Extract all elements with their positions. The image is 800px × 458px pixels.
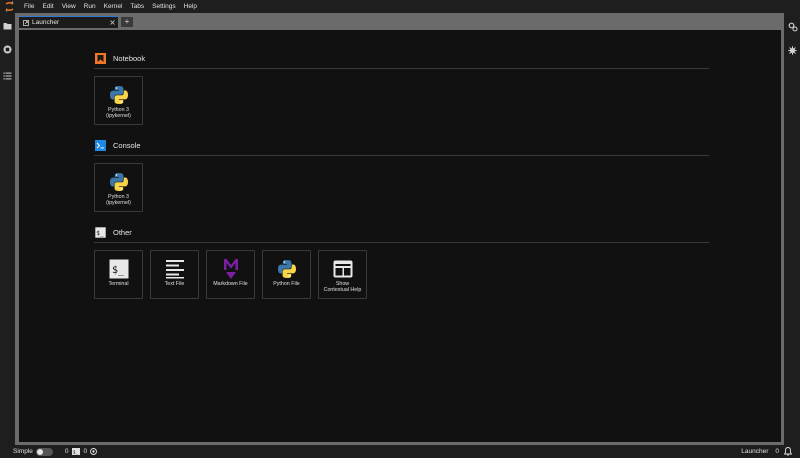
launcher-tab-icon	[23, 19, 29, 26]
toc-icon[interactable]	[2, 70, 13, 81]
python-logo-icon	[263, 259, 310, 279]
notebook-python3-card[interactable]: Python 3 (ipykernel)	[94, 76, 143, 125]
card-label-main: Python File	[273, 281, 300, 287]
main-dock-panel: Launcher + Notebook Python 3 (ipykernel)…	[15, 13, 784, 445]
section-divider	[94, 155, 709, 156]
jupyter-logo-icon	[2, 0, 16, 13]
card-label-main: Text File	[164, 281, 185, 287]
debugger-icon[interactable]	[787, 45, 798, 56]
card-label: Python File	[264, 281, 309, 287]
card-label: Markdown File	[208, 281, 253, 287]
kernels-count[interactable]: 0	[65, 448, 69, 455]
terminal-card[interactable]: $_ Terminal	[94, 250, 143, 299]
menu-settings[interactable]: Settings	[148, 0, 180, 13]
card-label: Show Contextual Help	[320, 281, 365, 293]
terminal-status-icon: $_	[71, 448, 80, 455]
notifications-count[interactable]: 0	[775, 448, 779, 455]
text-file-icon	[151, 259, 198, 279]
menu-file[interactable]: File	[20, 0, 38, 13]
section-title: Other	[113, 227, 132, 237]
console-python3-card[interactable]: Python 3 (ipykernel)	[94, 163, 143, 212]
menu-view[interactable]: View	[58, 0, 80, 13]
python-logo-icon	[95, 85, 142, 105]
menu-edit[interactable]: Edit	[38, 0, 57, 13]
text-file-card[interactable]: Text File	[150, 250, 199, 299]
markdown-file-card[interactable]: Markdown File	[206, 250, 255, 299]
notebook-icon	[94, 52, 106, 64]
status-bar: Simple 0 $_ 0 Launcher 0	[0, 445, 800, 458]
section-title: Notebook	[113, 53, 146, 63]
python-logo-icon	[95, 172, 142, 192]
section-other-header: $_ Other	[94, 226, 132, 238]
card-label: Terminal	[96, 281, 141, 287]
close-icon[interactable]	[109, 20, 115, 26]
contextual-help-icon	[319, 259, 366, 279]
menu-tabs[interactable]: Tabs	[126, 0, 148, 13]
new-launcher-button[interactable]: +	[121, 17, 133, 27]
simple-mode-toggle[interactable]	[35, 447, 53, 456]
card-label: Python 3 (ipykernel)	[96, 107, 141, 119]
folder-icon[interactable]	[2, 20, 13, 31]
launcher-panel: Notebook Python 3 (ipykernel) Console Py…	[19, 30, 781, 442]
section-title: Console	[113, 140, 141, 150]
other-terminal-icon: $_	[94, 226, 106, 238]
python-file-card[interactable]: Python File	[262, 250, 311, 299]
menu-run[interactable]: Run	[80, 0, 100, 13]
running-icon[interactable]	[2, 44, 13, 55]
bell-icon[interactable]	[784, 447, 792, 456]
property-inspector-icon[interactable]	[787, 21, 798, 32]
tab-bar: Launcher +	[15, 16, 784, 28]
card-label-main: Terminal	[108, 281, 129, 287]
section-console-header: Console	[94, 139, 141, 151]
svg-text:$_: $_	[72, 450, 78, 455]
card-label: Text File	[152, 281, 197, 287]
card-label-sub: (ipykernel)	[106, 200, 131, 206]
svg-text:$_: $_	[112, 265, 125, 276]
menu-kernel[interactable]: Kernel	[100, 0, 127, 13]
menu-bar: File Edit View Run Kernel Tabs Settings …	[0, 0, 800, 13]
tab-label: Launcher	[32, 19, 60, 26]
terminals-count[interactable]: 0	[84, 448, 88, 455]
card-label-sub: (ipykernel)	[106, 113, 131, 119]
left-sidebar	[0, 13, 15, 445]
simple-mode-label: Simple	[13, 448, 33, 455]
section-divider	[94, 68, 709, 69]
card-label: Python 3 (ipykernel)	[96, 194, 141, 206]
tab-launcher[interactable]: Launcher	[19, 16, 118, 28]
section-notebook-header: Notebook	[94, 52, 145, 64]
menu-help[interactable]: Help	[180, 0, 201, 13]
card-label-main: Markdown File	[213, 281, 248, 287]
current-activity: Launcher	[741, 448, 769, 455]
terminal-icon: $_	[95, 259, 142, 279]
card-label-sub: Contextual Help	[323, 287, 362, 293]
svg-text:$_: $_	[96, 230, 104, 237]
section-divider	[94, 242, 709, 243]
console-icon	[94, 139, 106, 151]
markdown-icon	[207, 259, 254, 279]
contextual-help-card[interactable]: Show Contextual Help	[318, 250, 367, 299]
kernel-status-icon	[90, 448, 98, 455]
right-sidebar	[784, 13, 800, 445]
